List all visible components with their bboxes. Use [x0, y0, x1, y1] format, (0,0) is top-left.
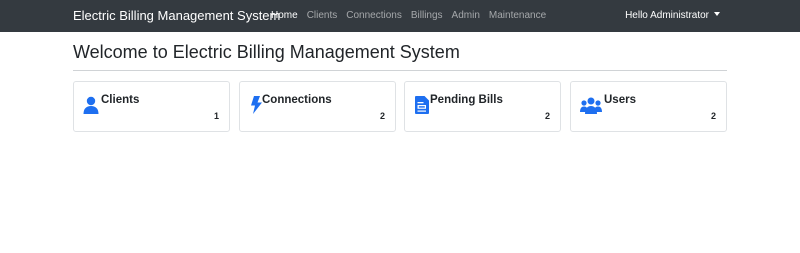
- title-divider: [73, 70, 727, 71]
- nav-link-maintenance[interactable]: Maintenance: [489, 0, 546, 32]
- nav-link-clients[interactable]: Clients: [307, 0, 338, 32]
- bill-icon: [414, 96, 430, 114]
- card-users[interactable]: Users 2: [570, 81, 727, 132]
- card-label: Connections: [262, 94, 332, 106]
- card-connections[interactable]: Connections 2: [239, 81, 396, 132]
- card-count: 2: [379, 111, 385, 121]
- caret-down-icon: [714, 12, 720, 16]
- user-menu-label: Hello Administrator: [625, 10, 709, 21]
- card-label: Users: [604, 94, 636, 106]
- navbar-brand[interactable]: Electric Billing Management System: [73, 0, 280, 32]
- card-count: 2: [710, 111, 716, 121]
- top-navbar: Electric Billing Management System Home …: [0, 0, 800, 32]
- nav-link-connections[interactable]: Connections: [346, 0, 402, 32]
- page-title: Welcome to Electric Billing Management S…: [73, 42, 460, 62]
- user-icon: [83, 96, 99, 114]
- nav-link-home[interactable]: Home: [271, 0, 298, 32]
- nav-link-admin[interactable]: Admin: [452, 0, 480, 32]
- nav-link-billings[interactable]: Billings: [411, 0, 443, 32]
- card-clients[interactable]: Clients 1: [73, 81, 230, 132]
- card-label: Pending Bills: [430, 94, 503, 106]
- card-count: 2: [544, 111, 550, 121]
- card-label: Clients: [101, 94, 140, 106]
- nav-links: Home Clients Connections Billings Admin …: [271, 0, 555, 32]
- card-pending-bills[interactable]: Pending Bills 2: [404, 81, 561, 132]
- users-icon: [580, 96, 602, 114]
- card-count: 1: [213, 111, 219, 121]
- user-menu-dropdown[interactable]: Hello Administrator: [625, 0, 720, 32]
